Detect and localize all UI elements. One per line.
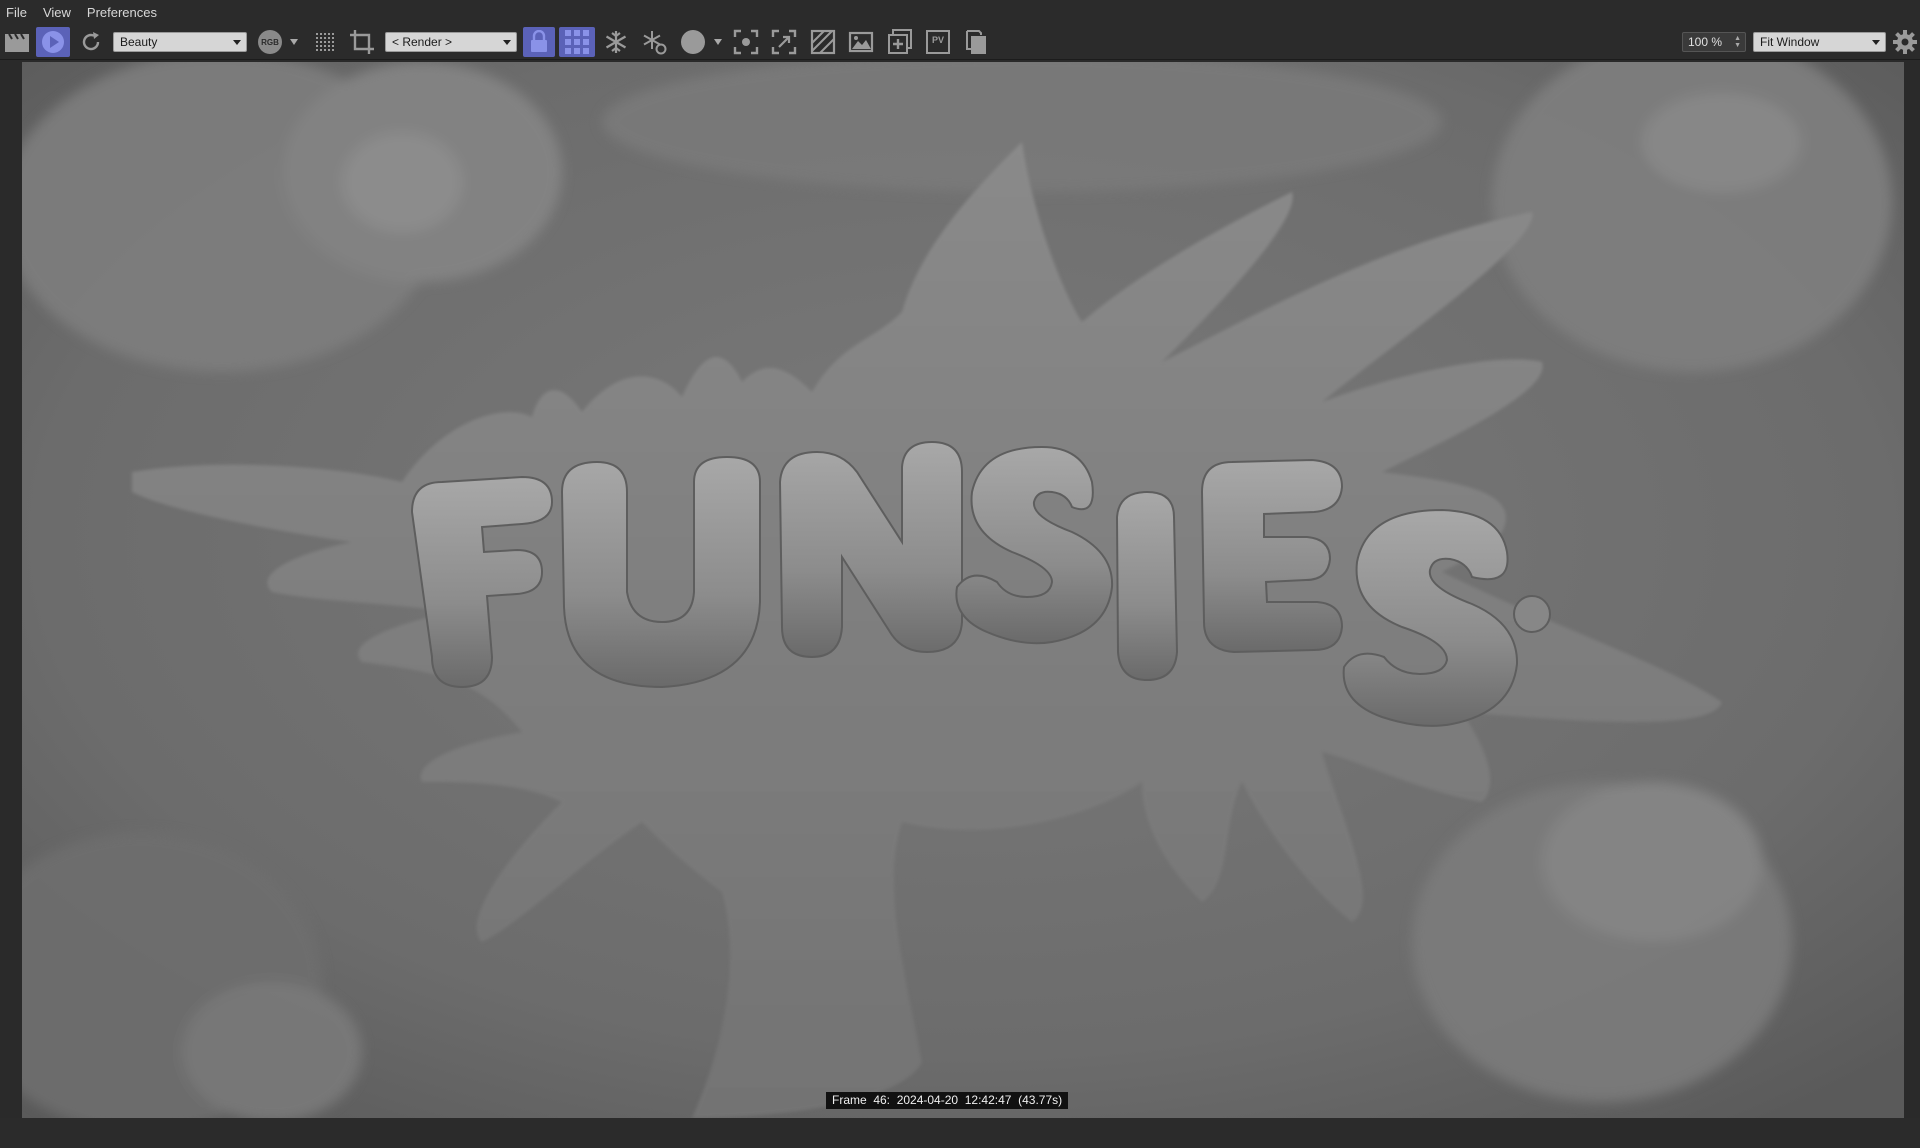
render-viewport[interactable]	[22, 62, 1904, 1118]
image-icon	[848, 31, 874, 53]
dot-grid-icon	[316, 33, 334, 51]
copy-button[interactable]	[960, 27, 992, 57]
sphere-icon	[681, 30, 705, 54]
render-dropdown[interactable]: < Render >	[385, 32, 517, 52]
add-icon	[888, 29, 912, 54]
snowflake-gear-icon	[643, 31, 667, 55]
crop-button[interactable]	[346, 27, 378, 57]
focus-button[interactable]	[730, 27, 762, 57]
render-pass-dropdown[interactable]: Beauty	[113, 32, 247, 52]
gear-icon	[1893, 30, 1917, 54]
freeze-button[interactable]	[600, 27, 632, 57]
hatch-icon	[810, 29, 836, 55]
picture-viewer-button[interactable]: PV	[922, 27, 954, 57]
fit-window-value: Fit Window	[1760, 35, 1820, 49]
menu-preferences[interactable]: Preferences	[87, 5, 157, 20]
refresh-icon	[82, 32, 100, 51]
focus-icon	[733, 29, 759, 55]
grid-icon	[565, 30, 589, 54]
sphere-dropdown-arrow[interactable]	[712, 27, 724, 57]
crop-icon	[350, 30, 374, 54]
start-render-button[interactable]	[36, 27, 70, 57]
chevron-down-icon	[233, 40, 241, 45]
rgb-dropdown-arrow[interactable]	[288, 27, 300, 57]
clapboard-icon[interactable]	[2, 27, 32, 57]
region-grid-button[interactable]	[559, 27, 595, 57]
render-dropdown-value: < Render >	[392, 35, 453, 49]
refresh-button[interactable]	[76, 27, 106, 57]
image-button[interactable]	[845, 27, 877, 57]
fit-frame-button[interactable]	[768, 27, 800, 57]
snowflake-icon	[605, 31, 627, 53]
menu-bar: File View Preferences	[0, 0, 1920, 24]
play-icon	[42, 31, 64, 53]
rgb-label: RGB	[261, 37, 279, 47]
stepper-arrows-icon[interactable]: ▲ ▼	[1734, 35, 1741, 49]
pv-label: PV	[931, 35, 944, 45]
zoom-value: 100 %	[1688, 35, 1723, 49]
toolbar: Beauty RGB < Render > PV 100 % ▲ ▼ Fit W…	[0, 24, 1920, 60]
menu-view[interactable]: View	[43, 5, 71, 20]
dot-grid-button[interactable]	[311, 27, 339, 57]
settings-button[interactable]	[1890, 27, 1920, 57]
status-bar	[0, 1118, 1920, 1148]
fit-window-dropdown[interactable]: Fit Window	[1753, 32, 1886, 52]
expand-icon	[771, 29, 797, 55]
hatch-button[interactable]	[807, 27, 839, 57]
chevron-down-icon	[290, 39, 298, 45]
frame-info-label: Frame 46: 2024-04-20 12:42:47 (43.77s)	[826, 1092, 1069, 1109]
menu-file[interactable]: File	[6, 5, 27, 20]
chevron-down-icon	[1872, 40, 1880, 45]
rgb-channel-button[interactable]: RGB	[255, 27, 285, 57]
render-pass-value: Beauty	[120, 35, 158, 49]
zoom-input[interactable]: 100 % ▲ ▼	[1682, 32, 1746, 52]
copy-icon	[966, 30, 986, 54]
lock-button[interactable]	[523, 27, 555, 57]
rendered-image	[22, 62, 1904, 1118]
chevron-down-icon	[503, 40, 511, 45]
lock-icon	[531, 30, 547, 52]
freeze-settings-button[interactable]	[638, 27, 670, 57]
add-snapshot-button[interactable]	[884, 27, 916, 57]
sphere-button[interactable]	[678, 27, 708, 57]
chevron-down-icon	[714, 39, 722, 45]
